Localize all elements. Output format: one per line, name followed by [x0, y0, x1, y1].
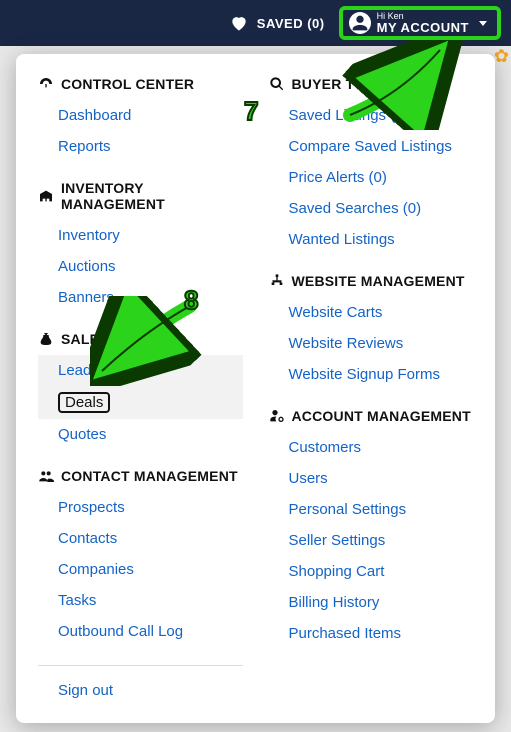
divider	[38, 665, 243, 666]
nav-personal-settings[interactable]: Personal Settings	[269, 494, 474, 525]
nav-saved-searches[interactable]: Saved Searches (0)	[269, 193, 474, 224]
dropdown-left-column: CONTROL CENTER Dashboard Reports INVENTO…	[38, 76, 243, 705]
section-buyer-tools: BUYER TOOLS	[269, 76, 474, 92]
section-control-center: CONTROL CENTER	[38, 76, 243, 92]
nav-auctions[interactable]: Auctions	[38, 251, 243, 282]
saved-listings-shortcut[interactable]: SAVED (0)	[229, 13, 325, 33]
warehouse-icon	[38, 188, 54, 204]
section-website-management: WEBSITE MANAGEMENT	[269, 273, 474, 289]
nav-lead-activity[interactable]: Lead Activity	[38, 355, 243, 386]
nav-seller-settings[interactable]: Seller Settings	[269, 525, 474, 556]
nav-purchased-items[interactable]: Purchased Items	[269, 618, 474, 649]
section-sales-desk: SALES DESK	[38, 331, 243, 347]
nav-users[interactable]: Users	[269, 463, 474, 494]
account-label: MY ACCOUNT	[377, 21, 469, 34]
money-bag-icon	[38, 331, 54, 347]
dashboard-icon	[38, 76, 54, 92]
dropdown-right-column: BUYER TOOLS Saved Listings (0) Compare S…	[269, 76, 474, 705]
heart-icon	[229, 13, 249, 33]
sign-out-link[interactable]: Sign out	[38, 676, 243, 705]
gear-icon: ✿	[494, 46, 509, 67]
account-dropdown-panel: CONTROL CENTER Dashboard Reports INVENTO…	[16, 54, 495, 723]
nav-wanted-listings[interactable]: Wanted Listings	[269, 224, 474, 255]
nav-tasks[interactable]: Tasks	[38, 585, 243, 616]
nav-banners[interactable]: Banners	[38, 282, 243, 313]
saved-label: SAVED (0)	[257, 16, 325, 31]
nav-saved-listings[interactable]: Saved Listings (0)	[269, 100, 474, 131]
sitemap-icon	[269, 273, 285, 289]
nav-prospects[interactable]: Prospects	[38, 492, 243, 523]
nav-website-carts[interactable]: Website Carts	[269, 297, 474, 328]
nav-customers[interactable]: Customers	[269, 432, 474, 463]
nav-shopping-cart[interactable]: Shopping Cart	[269, 556, 474, 587]
nav-deals[interactable]: Deals	[58, 392, 110, 413]
nav-outbound-call-log[interactable]: Outbound Call Log	[38, 616, 243, 647]
nav-website-signup-forms[interactable]: Website Signup Forms	[269, 359, 474, 390]
top-navbar: SAVED (0) Hi Ken MY ACCOUNT	[0, 0, 511, 46]
account-text: Hi Ken MY ACCOUNT	[377, 12, 469, 34]
nav-quotes[interactable]: Quotes	[38, 419, 243, 450]
nav-dashboard[interactable]: Dashboard	[38, 100, 243, 131]
section-contact-management: CONTACT MANAGEMENT	[38, 468, 243, 484]
search-icon	[269, 76, 285, 92]
nav-billing-history[interactable]: Billing History	[269, 587, 474, 618]
nav-compare-saved-listings[interactable]: Compare Saved Listings	[269, 131, 474, 162]
chevron-down-icon	[479, 21, 487, 26]
nav-companies[interactable]: Companies	[38, 554, 243, 585]
section-account-management: ACCOUNT MANAGEMENT	[269, 408, 474, 424]
nav-inventory[interactable]: Inventory	[38, 220, 243, 251]
user-cog-icon	[269, 408, 285, 424]
nav-website-reviews[interactable]: Website Reviews	[269, 328, 474, 359]
users-icon	[38, 468, 54, 484]
nav-price-alerts[interactable]: Price Alerts (0)	[269, 162, 474, 193]
nav-contacts[interactable]: Contacts	[38, 523, 243, 554]
section-inventory-management: INVENTORY MANAGEMENT	[38, 180, 243, 212]
nav-reports[interactable]: Reports	[38, 131, 243, 162]
user-icon	[349, 12, 371, 34]
nav-deals-row: Deals	[38, 386, 243, 419]
my-account-button[interactable]: Hi Ken MY ACCOUNT	[339, 6, 501, 40]
